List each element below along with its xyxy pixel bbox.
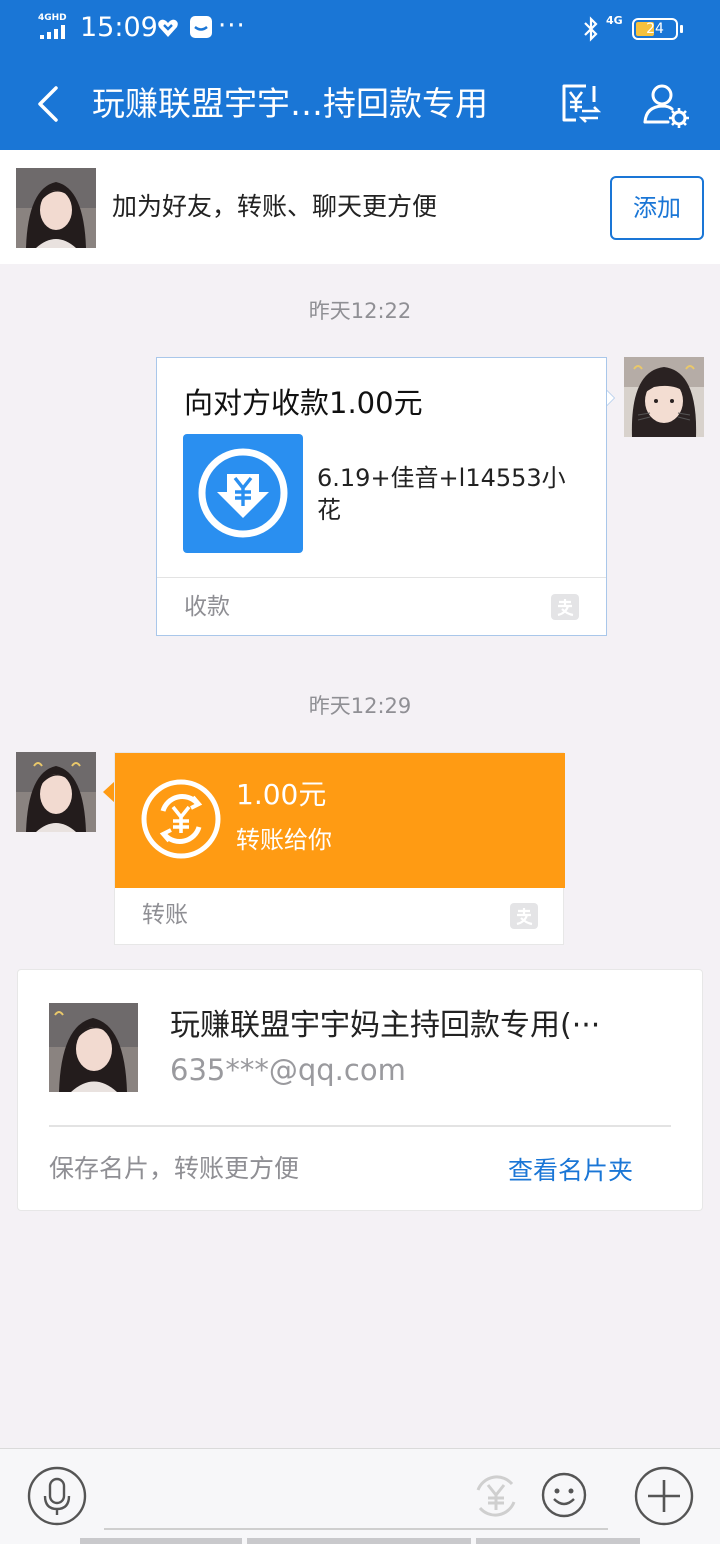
battery-icon: 24 (632, 18, 678, 40)
transfer-subtitle: 转账给你 (236, 826, 332, 854)
payment-request-note: 6.19+佳音+l14553小花 (317, 464, 566, 524)
add-friend-button[interactable]: 添加 (610, 176, 704, 240)
clock: 15:09 (80, 12, 158, 43)
contact-card[interactable]: 玩赚联盟宇宇妈主持回款专用(··· 635***@qq.com 保存名片，转账更… (17, 969, 703, 1211)
add-friend-banner: 加为好友，转账、聊天更方便 添加 (0, 150, 720, 264)
back-arrow-icon[interactable] (20, 78, 72, 130)
nav-bar-segment (80, 1538, 242, 1544)
message-timestamp: 昨天12:22 (308, 299, 412, 323)
alipay-icon (551, 594, 579, 620)
sender-avatar[interactable] (16, 752, 96, 832)
alipay-icon (510, 903, 538, 929)
payment-request-label: 收款 (184, 594, 230, 620)
more-notifications-indicator: ··· (218, 11, 246, 41)
my-avatar[interactable] (624, 357, 704, 437)
vpn-heart-icon (158, 19, 178, 37)
message-notification-icon (190, 16, 212, 38)
message-text-input[interactable] (104, 1528, 608, 1530)
contact-email: 635***@qq.com (170, 1053, 406, 1087)
nav-bar-segment (476, 1538, 640, 1544)
nav-bar-segment (247, 1538, 471, 1544)
transfer-message[interactable]: 1.00元 转账给你 转账 (114, 752, 565, 945)
transfer-amount: 1.00元 (236, 778, 327, 811)
yuan-transfer-icon (141, 779, 221, 859)
avatar[interactable] (16, 168, 96, 248)
add-friend-prompt: 加为好友，转账、聊天更方便 (112, 192, 438, 221)
contact-avatar (49, 1003, 138, 1092)
message-timestamp: 昨天12:29 (308, 694, 412, 718)
user-settings-icon[interactable] (640, 80, 690, 130)
payment-request-title: 向对方收款1.00元 (184, 386, 423, 420)
plus-icon[interactable] (634, 1466, 694, 1526)
smiley-icon[interactable] (540, 1471, 588, 1519)
chat-header: 玩赚联盟宇宇…持回款专用 (0, 56, 720, 150)
payment-request-message[interactable]: 向对方收款1.00元 6.19+佳音+l14553小花 收款 (156, 357, 607, 636)
bluetooth-icon (584, 16, 598, 42)
status-bar: 4GHD 15:09 ··· 4G 24 (0, 0, 720, 56)
divider (49, 1125, 671, 1127)
transfer-header: 1.00元 转账给你 (115, 753, 565, 888)
contact-name: 玩赚联盟宇宇妈主持回款专用(··· (170, 1008, 601, 1043)
microphone-icon[interactable] (27, 1466, 87, 1526)
save-card-hint: 保存名片，转账更方便 (49, 1154, 300, 1183)
mobile-data-label: 4G (606, 14, 623, 27)
network-type-label: 4GHD (38, 13, 67, 23)
transfer-exchange-icon[interactable] (556, 80, 604, 128)
cellular-signal-icon: 4GHD (38, 13, 72, 41)
view-card-folder-link[interactable]: 查看名片夹 (508, 1152, 633, 1190)
yuan-receive-icon (183, 434, 303, 553)
yuan-icon[interactable] (470, 1470, 522, 1522)
message-input-bar (0, 1448, 720, 1544)
chat-title: 玩赚联盟宇宇…持回款专用 (92, 84, 488, 123)
divider (157, 577, 606, 578)
battery-tip (680, 25, 683, 33)
transfer-label: 转账 (142, 902, 188, 928)
battery-level: 24 (646, 21, 664, 37)
